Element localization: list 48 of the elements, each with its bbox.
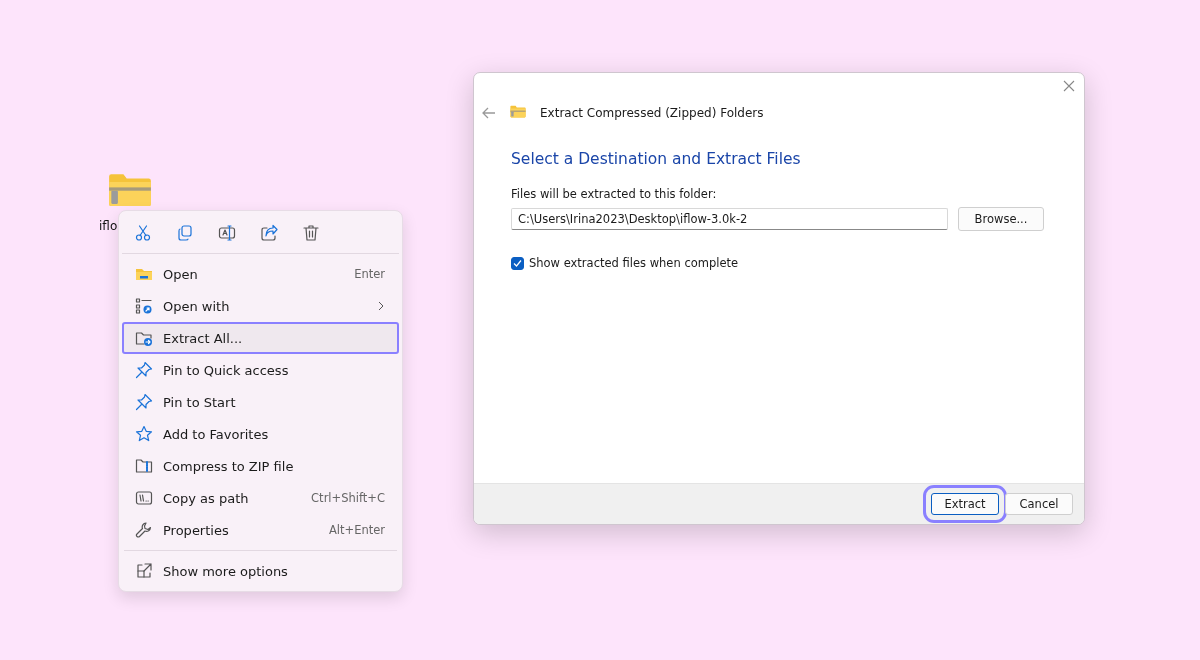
share-icon: [260, 224, 278, 242]
dialog-heading: Select a Destination and Extract Files: [511, 150, 802, 168]
trash-button[interactable]: [301, 223, 321, 243]
shortcut-text: Ctrl+Shift+C: [311, 491, 385, 505]
path-icon: [135, 489, 153, 507]
path-field[interactable]: C:\Users\Irina2023\Desktop\iflow-3.0k-2: [511, 208, 948, 230]
zip-file-icon: [135, 457, 153, 475]
trash-icon: [302, 224, 320, 242]
wrench-icon: [135, 521, 153, 539]
menu-item[interactable]: Open Enter: [122, 258, 399, 290]
dialog-button[interactable]: Cancel: [1005, 493, 1073, 515]
file-name: iflo: [99, 219, 118, 233]
close-icon: [1062, 79, 1076, 93]
menu-item[interactable]: Extract All...: [122, 322, 399, 354]
close-button[interactable]: [1062, 79, 1076, 93]
external-link-icon: [135, 562, 153, 580]
dialog-title: Extract Compressed (Zipped) Folders: [540, 105, 764, 120]
scissors-button[interactable]: [133, 223, 153, 243]
back-button[interactable]: [482, 106, 496, 119]
scissors-icon: [134, 224, 152, 242]
copy-icon: [176, 224, 194, 242]
checkbox[interactable]: [511, 256, 524, 270]
menu-item[interactable]: Add to Favorites: [122, 418, 399, 450]
menu-item[interactable]: Pin to Quick access: [122, 354, 399, 386]
browse-button[interactable]: Browse...: [958, 207, 1044, 231]
zip-folder-icon: [108, 172, 152, 208]
back-arrow-icon: [482, 106, 496, 119]
menu-item[interactable]: Show more options: [122, 555, 399, 587]
pin-icon: [135, 361, 153, 379]
share-button[interactable]: [259, 223, 279, 243]
star-icon: [135, 425, 153, 443]
menu-item[interactable]: Open with: [122, 290, 399, 322]
zip-folder-icon: [510, 105, 526, 118]
folder-arrow-icon: [135, 329, 153, 347]
menu-item[interactable]: Compress to ZIP file: [122, 450, 399, 482]
pin-icon: [135, 393, 153, 411]
checkbox-label: Show extracted files when complete: [529, 256, 739, 270]
chevron-right-icon: [377, 301, 385, 311]
field-label: Files will be extracted to this folder:: [511, 187, 718, 201]
rename-icon: [218, 224, 236, 242]
menu-item[interactable]: Properties Alt+Enter: [122, 514, 399, 546]
open-with-icon: [135, 297, 153, 315]
menu-item[interactable]: Pin to Start: [122, 386, 399, 418]
rename-button[interactable]: [217, 223, 237, 243]
shortcut-text: Enter: [354, 267, 385, 281]
copy-button[interactable]: [175, 223, 195, 243]
shortcut-text: Alt+Enter: [328, 523, 385, 537]
menu-item[interactable]: Copy as path Ctrl+Shift+C: [122, 482, 399, 514]
